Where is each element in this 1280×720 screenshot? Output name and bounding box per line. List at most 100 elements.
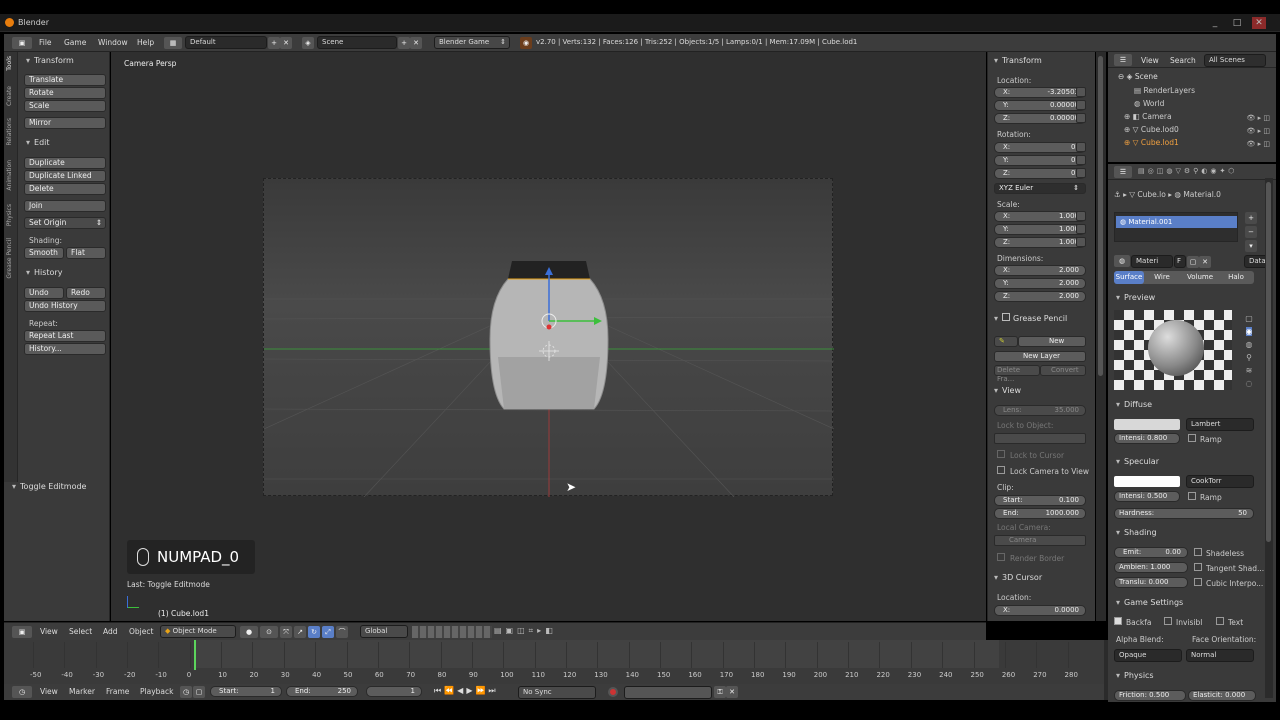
undo-button[interactable]: Undo <box>24 287 64 299</box>
editor-type-icon[interactable]: ▣ <box>12 37 32 49</box>
flat-button[interactable]: Flat <box>66 247 106 259</box>
lock-icon[interactable] <box>1076 87 1086 97</box>
fake-user-button[interactable]: F <box>1174 255 1186 268</box>
unlink-material-icon[interactable]: ✕ <box>1199 256 1211 268</box>
manipulator-translate-icon[interactable]: ↗ <box>294 626 306 638</box>
set-origin-menu[interactable]: Set Origin ⇕ <box>24 217 106 229</box>
pencil-icon[interactable]: ✎ <box>994 336 1018 347</box>
dimension-y-field[interactable]: Y: 2.000 <box>994 278 1086 289</box>
history-button[interactable]: History... <box>24 343 106 355</box>
tab-grease-pencil[interactable]: Grease Pencil <box>6 238 16 279</box>
menu-window[interactable]: Window <box>98 38 128 47</box>
lock-icon[interactable] <box>1076 100 1086 110</box>
visibility-icons[interactable]: 👁 ▸ ◫ 👁 ▸ ◫ 👁 ▸ ◫ <box>1226 112 1270 148</box>
gp-convert-button[interactable]: Convert <box>1040 365 1086 376</box>
preview-panel-header[interactable]: ▾ Preview <box>1116 293 1155 302</box>
tab-surface[interactable]: Surface <box>1114 271 1144 284</box>
editor-type-icon[interactable]: ☰ <box>1114 166 1132 178</box>
tab-animation[interactable]: Animation <box>6 160 16 191</box>
outliner-search-menu[interactable]: Search <box>1170 56 1196 65</box>
current-frame-line[interactable] <box>194 640 196 670</box>
scene-field[interactable]: Scene <box>317 36 397 49</box>
history-panel-header[interactable]: ▾ History <box>26 268 62 277</box>
lock-icon[interactable] <box>1076 155 1086 165</box>
orientation-select[interactable]: Global <box>360 625 408 638</box>
tangent-shading-checkbox[interactable]: Tangent Shad... <box>1194 563 1264 573</box>
gp-new-layer-button[interactable]: New Layer <box>994 351 1086 362</box>
rotate-button[interactable]: Rotate <box>24 87 106 99</box>
scene-icon[interactable]: ◈ <box>302 37 314 49</box>
gp-new-button[interactable]: New <box>1018 336 1086 347</box>
dimension-z-field[interactable]: Z: 2.000 <box>994 291 1086 302</box>
material-slot-selected[interactable]: ◍ Material.001 <box>1116 216 1237 228</box>
menu-help[interactable]: Help <box>137 38 154 47</box>
specular-ramp-checkbox[interactable]: Ramp <box>1188 492 1222 502</box>
cubic-interpolation-checkbox[interactable]: Cubic Interpo... <box>1194 578 1263 588</box>
layout-field[interactable]: Default <box>185 36 267 49</box>
lock-camera-checkbox[interactable]: Lock Camera to View <box>997 466 1089 476</box>
manipulator-scale-icon[interactable]: ⤢ <box>322 626 334 638</box>
alpha-blend-select[interactable]: Opaque <box>1114 649 1182 662</box>
lock-icon[interactable] <box>1076 113 1086 123</box>
outliner-item-camera[interactable]: ⊕ ◧ Camera <box>1124 112 1172 121</box>
outliner-filter-select[interactable]: All Scenes <box>1204 54 1266 67</box>
engine-select[interactable]: Blender Game ⇕ <box>434 36 510 49</box>
preview-type-icons[interactable]: ▢ ◉ ◍ ⚲ ≋ ◌ <box>1242 312 1256 388</box>
lock-object-field[interactable] <box>994 433 1086 444</box>
add-menu[interactable]: Add <box>103 627 118 636</box>
rotation-x-field[interactable]: X:0° <box>994 142 1086 153</box>
remove-slot-icon[interactable]: − <box>1245 226 1257 238</box>
lock-range-icon[interactable]: ▢ <box>193 686 205 698</box>
undo-history-button[interactable]: Undo History <box>24 300 106 312</box>
manipulator-rotate-icon[interactable]: ↻ <box>308 626 320 638</box>
diffuse-color-swatch[interactable] <box>1114 419 1180 430</box>
clip-start-field[interactable]: Start: 0.100 <box>994 495 1086 506</box>
edit-panel-header[interactable]: ▾ Edit <box>26 138 50 147</box>
tab-halo[interactable]: Halo <box>1220 271 1252 284</box>
lens-field[interactable]: Lens: 35.000 <box>994 405 1086 416</box>
lock-icon[interactable] <box>1076 168 1086 178</box>
tab-relations[interactable]: Relations <box>6 118 16 146</box>
delete-keyframe-icon[interactable]: ✕ <box>726 686 738 698</box>
outliner-item-world[interactable]: ◍ World <box>1134 99 1164 108</box>
end-frame-field[interactable]: End: 250 <box>286 686 358 697</box>
duplicate-button[interactable]: Duplicate <box>24 157 106 169</box>
editor-type-icon[interactable]: ☰ <box>1114 54 1132 66</box>
properties-scrollbar[interactable] <box>1265 178 1273 698</box>
gp-delete-frame-button[interactable]: Delete Fra... <box>994 365 1040 383</box>
record-icon[interactable] <box>608 687 618 697</box>
outliner-item-cube-lod0[interactable]: ⊕ ▽ Cube.lod0 <box>1124 125 1179 134</box>
scale-z-field[interactable]: Z: 1.000 <box>994 237 1086 248</box>
manipulator-toggle-icon[interactable]: ⤧ <box>280 626 292 638</box>
lock-icon[interactable] <box>1076 211 1086 221</box>
shading-panel-header[interactable]: ▾ Shading <box>1116 528 1157 537</box>
rotation-y-field[interactable]: Y:0° <box>994 155 1086 166</box>
rotation-mode-select[interactable]: XYZ Euler ⇕ <box>994 183 1086 194</box>
outliner-view-menu[interactable]: View <box>1141 56 1159 65</box>
backface-checkbox[interactable]: Backfa <box>1114 617 1151 627</box>
playback-controls[interactable]: ⏮⏪◀▶⏩⏭ <box>434 686 512 698</box>
location-x-field[interactable]: X: -3.20503 <box>994 87 1086 98</box>
insert-keyframe-icon[interactable]: ⚿ <box>714 686 726 698</box>
add-layout-icon[interactable]: + <box>268 37 280 49</box>
snapping-icons[interactable]: ▤▣◫⌗▸◧ <box>494 626 580 638</box>
menu-game[interactable]: Game <box>64 38 86 47</box>
3d-viewport[interactable]: Camera Persp ➤ NUMPAD_0 Last: Toggle Edi… <box>111 52 986 621</box>
add-scene-icon[interactable]: + <box>398 37 410 49</box>
dimension-x-field[interactable]: X: 2.000 <box>994 265 1086 276</box>
shadeless-checkbox[interactable]: Shadeless <box>1194 548 1244 558</box>
layer-buttons[interactable] <box>412 626 492 638</box>
pivot-point-icon[interactable]: ⊙ <box>260 626 278 638</box>
grease-pencil-header[interactable]: ▾ Grease Pencil <box>994 313 1067 323</box>
tab-tools[interactable]: Tools <box>6 56 16 71</box>
lock-cursor-checkbox[interactable]: Lock to Cursor <box>997 450 1064 460</box>
current-frame-field[interactable]: 1 <box>366 686 422 697</box>
emit-field[interactable]: Emit: 0.00 <box>1114 547 1188 558</box>
location-y-field[interactable]: Y: 0.00000 <box>994 100 1086 111</box>
mode-select[interactable]: ◆ Object Mode <box>160 625 236 638</box>
editor-type-icon[interactable]: ◷ <box>12 686 32 698</box>
diffuse-ramp-checkbox[interactable]: Ramp <box>1188 434 1222 444</box>
diffuse-intensity-field[interactable]: Intensi: 0.800 <box>1114 433 1180 444</box>
specular-intensity-field[interactable]: Intensi: 0.500 <box>1114 491 1180 502</box>
diffuse-shader-select[interactable]: Lambert <box>1186 418 1254 431</box>
